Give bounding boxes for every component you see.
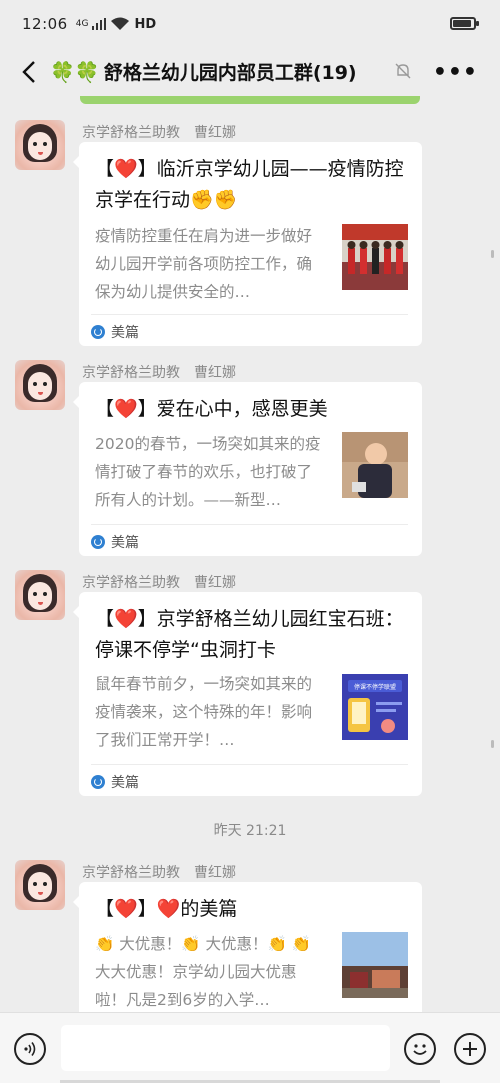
signal-type: 4G (75, 19, 89, 29)
sender-name: 京学舒格兰助教 曹红娜 (82, 365, 236, 381)
sender-name: 京学舒格兰助教 曹红娜 (82, 865, 236, 881)
thumb-text: 停课不停学联盟 (354, 683, 396, 691)
card-description: 疫情防控重任在肩为进一步做好幼儿园开学前各项防控工作，确保为幼儿提供安全的… (95, 227, 313, 301)
avatar[interactable] (15, 860, 65, 910)
clover-emoji: 🍀🍀 (50, 59, 100, 84)
signal-bars-icon (92, 18, 107, 30)
sender-name: 京学舒格兰助教 曹红娜 (82, 125, 236, 141)
sender-name: 京学舒格兰助教 曹红娜 (82, 575, 236, 591)
meipian-logo-icon (91, 535, 105, 549)
card-divider (91, 524, 408, 525)
network-label: HD (134, 16, 157, 32)
chat-title[interactable]: 🍀🍀 舒格兰幼儿园内部员工群(19) (50, 58, 357, 85)
card-description: 2020的春节，一场突如其来的疫情打破了春节的欢乐，也打破了所有人的计划。——新… (95, 435, 321, 509)
group-name: 舒格兰幼儿园内部员工群(19) (103, 62, 357, 84)
card-thumbnail (342, 932, 408, 998)
voice-icon (24, 1042, 36, 1056)
emoji-button[interactable] (404, 1033, 436, 1065)
emoji-icon (413, 1044, 427, 1055)
link-card[interactable]: 【❤️】临沂京学幼儿园——疫情防控 京学在行动✊✊ 疫情防控重任在肩为进一步做好… (73, 142, 422, 346)
card-thumbnail: 停课不停学联盟 (342, 674, 408, 740)
more-options-button[interactable]: ••• (433, 60, 478, 85)
source-label: 美篇 (111, 775, 139, 791)
card-source: 美篇 (91, 532, 139, 552)
wifi-icon (111, 17, 130, 30)
card-description: 鼠年春节前夕，一场突如其来的疫情袭来，这个特殊的年！影响了我们正常开学！… (95, 675, 313, 749)
card-thumbnail (342, 224, 408, 290)
signal-indicator: 4G HD (76, 17, 156, 32)
source-label: 美篇 (111, 325, 139, 341)
card-thumbnail (342, 432, 408, 498)
status-time: 12:06 (22, 15, 68, 33)
time-divider: 昨天 21:21 (213, 823, 287, 839)
card-source: 美篇 (91, 772, 139, 792)
chevron-left-icon (22, 61, 35, 83)
more-functions-button[interactable] (454, 1033, 486, 1065)
meipian-logo-icon (91, 325, 105, 339)
chat-header: 🍀🍀 舒格兰幼儿园内部员工群(19) ••• (0, 48, 500, 96)
scroll-indicator (491, 740, 494, 748)
card-title: 【❤️】临沂京学幼儿园——疫情防控 京学在行动✊✊ (95, 158, 404, 211)
card-description: 👏 大优惠！👏 大优惠！👏 👏 大大优惠！京学幼儿园大优惠啦！凡是2到6岁的入学… (95, 935, 311, 1009)
mute-bell-icon (395, 63, 411, 79)
source-label: 美篇 (111, 535, 139, 551)
avatar[interactable] (15, 120, 65, 170)
plus-icon (463, 1042, 477, 1056)
message-input[interactable] (61, 1025, 390, 1071)
meipian-logo-icon (91, 775, 105, 789)
card-title: 【❤️】爱在心中，感恩更美 (95, 398, 328, 420)
card-title: 【❤️】京学舒格兰幼儿园红宝石班：停课不停学“虫洞打卡 (95, 608, 404, 661)
input-bar (0, 1012, 500, 1083)
battery-icon (450, 17, 479, 30)
status-bar: 12:06 4G HD (0, 0, 500, 48)
link-card[interactable]: 【❤️】爱在心中，感恩更美 2020的春节，一场突如其来的疫情打破了春节的欢乐，… (73, 382, 422, 556)
link-card[interactable]: 【❤️】京学舒格兰幼儿园红宝石班：停课不停学“虫洞打卡 鼠年春节前夕，一场突如其… (73, 592, 422, 796)
card-divider (91, 314, 408, 315)
scroll-indicator (491, 250, 494, 258)
voice-input-button[interactable] (14, 1033, 46, 1065)
card-title: 【❤️】❤️的美篇 (95, 898, 238, 920)
card-divider (91, 764, 408, 765)
previous-message-edge (80, 96, 420, 104)
avatar[interactable] (15, 360, 65, 410)
card-source: 美篇 (91, 322, 139, 342)
back-button[interactable] (14, 56, 44, 88)
avatar[interactable] (15, 570, 65, 620)
